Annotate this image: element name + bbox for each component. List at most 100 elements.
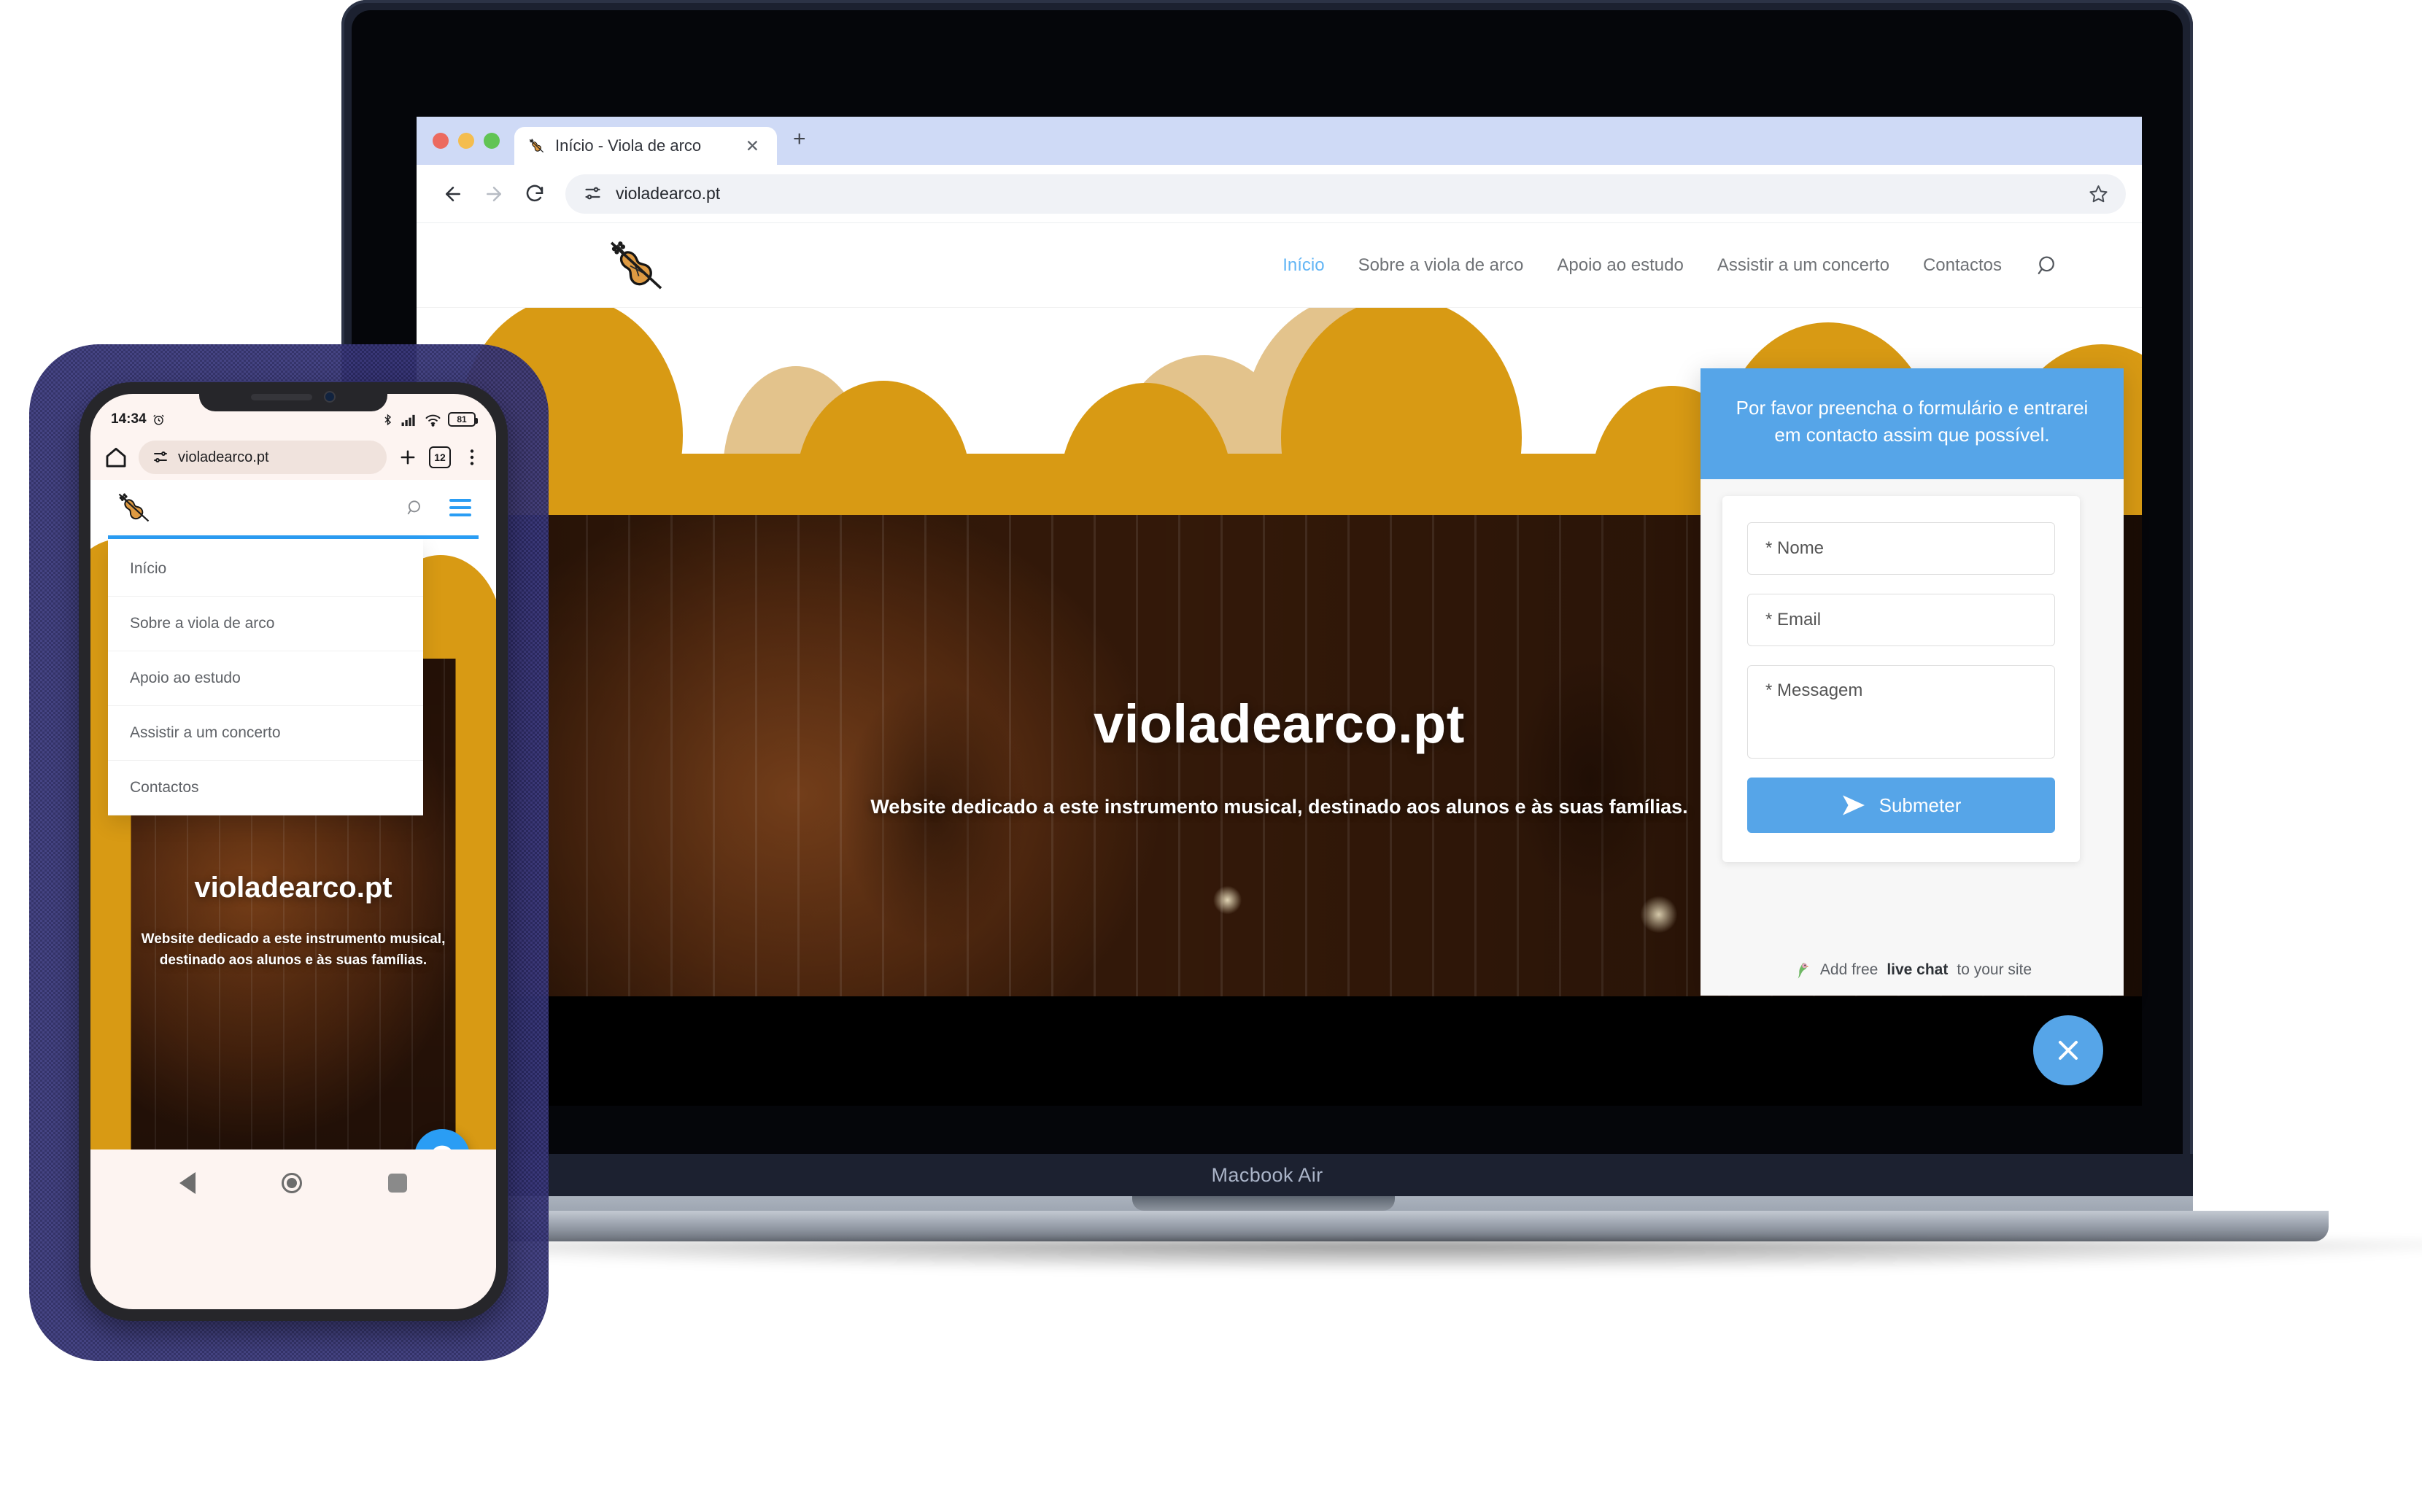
chat-branding-suffix: to your site (1957, 961, 2032, 978)
minimize-window-button[interactable] (458, 133, 474, 149)
more-vertical-icon (470, 449, 474, 465)
tab-close-button[interactable]: ✕ (740, 136, 765, 156)
hero-title: violadearco.pt (1094, 694, 1465, 754)
mockup-stage: Macbook Air Início - Viola de arco ✕ + v… (0, 0, 2422, 1512)
back-triangle-icon[interactable] (179, 1172, 196, 1194)
phone-menu-item-inicio[interactable]: Início (108, 542, 423, 597)
search-icon (2038, 256, 2054, 274)
chat-branding-bold: live chat (1887, 961, 1949, 978)
reload-button[interactable] (514, 174, 555, 214)
plus-icon (401, 450, 415, 465)
phone-system-nav-bar (90, 1149, 496, 1217)
bluetooth-icon (384, 414, 392, 425)
browser-toolbar: violadearco.pt (417, 165, 2142, 223)
window-controls[interactable] (433, 133, 500, 165)
send-icon (1842, 795, 1865, 815)
phone-body: 14:34 81 violadearco.pt 12 violadearco.p… (79, 382, 508, 1321)
chat-widget-header: Por favor preencha o formulário e entrar… (1701, 368, 2124, 479)
maximize-window-button[interactable] (484, 133, 500, 149)
violin-icon (529, 139, 544, 153)
bookmark-button[interactable] (2089, 184, 2108, 203)
chat-close-button[interactable] (2033, 1015, 2103, 1085)
phone-home-button[interactable] (104, 445, 128, 470)
recents-square-icon[interactable] (388, 1174, 407, 1193)
tune-icon[interactable] (152, 449, 169, 466)
browser-tab[interactable]: Início - Viola de arco ✕ (514, 127, 777, 165)
phone-menu-item-sobre[interactable]: Sobre a viola de arco (108, 597, 423, 651)
hamburger-icon (449, 513, 471, 516)
address-bar[interactable]: violadearco.pt (565, 174, 2126, 214)
phone-menu-item-concerto[interactable]: Assistir a um concerto (108, 706, 423, 761)
chat-branding[interactable]: Add free live chat to your site (1701, 961, 2124, 980)
nav-item-concerto[interactable]: Assistir a um concerto (1717, 255, 1889, 276)
phone-address-bar[interactable]: violadearco.pt (139, 441, 387, 474)
forward-button[interactable] (473, 174, 514, 214)
alarm-icon (152, 414, 164, 425)
phone-header-actions (406, 498, 477, 517)
laptop-shadow (327, 1240, 2422, 1272)
chat-submit-button[interactable]: Submeter (1747, 778, 2055, 833)
site-search-button[interactable] (2035, 253, 2060, 278)
phone-notch (199, 382, 387, 411)
phone-tab-switcher[interactable]: 12 (429, 446, 451, 468)
hamburger-icon (449, 499, 471, 502)
phone-hero-subtitle: Website dedicado a este instrumento musi… (141, 931, 446, 968)
phone-nav-menu: Início Sobre a viola de arco Apoio ao es… (108, 539, 423, 815)
tab-title: Início - Viola de arco (555, 136, 702, 155)
phone-hero-title: violadearco.pt (194, 872, 392, 904)
arrow-left-icon (446, 186, 460, 201)
phone-new-tab-button[interactable] (397, 446, 419, 468)
search-icon (407, 500, 420, 515)
status-bar-time: 14:34 (111, 411, 147, 427)
home-icon (106, 447, 126, 468)
phone-camera (324, 391, 336, 403)
site-menu: Início Sobre a viola de arco Apoio ao es… (1282, 253, 2104, 278)
nav-item-inicio[interactable]: Início (1282, 255, 1324, 276)
phone-device: 14:34 81 violadearco.pt 12 violadearco.p… (22, 337, 554, 1373)
laptop-model-label: Macbook Air (1211, 1163, 1323, 1186)
reload-icon (526, 185, 543, 201)
phone-speaker (251, 393, 312, 400)
phone-hamburger-button[interactable] (449, 499, 471, 516)
chat-email-input[interactable]: * Email (1747, 594, 2055, 646)
address-bar-url: violadearco.pt (616, 184, 721, 203)
nav-item-sobre[interactable]: Sobre a viola de arco (1358, 255, 1524, 276)
home-circle-icon[interactable] (282, 1173, 302, 1193)
status-bar-icons: 81 (382, 412, 478, 427)
phone-menu-button[interactable] (461, 446, 483, 468)
chat-message-input[interactable]: * Messagem (1747, 665, 2055, 759)
phone-site-header (90, 480, 496, 535)
hamburger-icon (449, 506, 471, 509)
nav-item-apoio[interactable]: Apoio ao estudo (1557, 255, 1683, 276)
phone-screen: 14:34 81 violadearco.pt 12 violadearco.p… (90, 394, 496, 1309)
violin-bow-icon[interactable] (115, 489, 153, 527)
phone-url-text: violadearco.pt (178, 449, 269, 465)
nav-item-contactos[interactable]: Contactos (1923, 255, 2002, 276)
site-navigation: Início Sobre a viola de arco Apoio ao es… (417, 223, 2142, 308)
phone-menu-item-apoio[interactable]: Apoio ao estudo (108, 651, 423, 706)
laptop-label-bar: Macbook Air (341, 1154, 2193, 1196)
violin-bow-icon[interactable] (605, 233, 669, 298)
chat-branding-prefix: Add free (1819, 961, 1879, 978)
site-footer-strip (417, 996, 2142, 1106)
new-tab-button[interactable]: + (777, 127, 821, 165)
chat-widget: Por favor preencha o formulário e entrar… (1701, 368, 2124, 996)
browser-tab-bar: Início - Viola de arco ✕ + (417, 117, 2142, 165)
phone-search-button[interactable] (406, 498, 425, 517)
chat-name-input[interactable]: * Nome (1747, 522, 2055, 575)
close-icon (2058, 1040, 2078, 1061)
chat-form: * Nome * Email * Messagem Submeter (1722, 496, 2080, 862)
arrow-right-icon (487, 186, 501, 201)
tune-icon[interactable] (583, 184, 603, 203)
hero-subtitle: Website dedicado a este instrumento musi… (870, 796, 1688, 818)
chat-submit-label: Submeter (1879, 794, 1962, 816)
status-bar-time-group: 14:34 (111, 411, 166, 427)
phone-browser-bar: violadearco.pt 12 (90, 435, 496, 480)
back-button[interactable] (433, 174, 473, 214)
close-window-button[interactable] (433, 133, 449, 149)
wifi-icon (425, 414, 441, 427)
laptop-base-notch (1132, 1196, 1395, 1211)
phone-menu-item-contactos[interactable]: Contactos (108, 761, 423, 815)
signal-icon (401, 414, 415, 426)
star-icon (2089, 185, 2108, 203)
